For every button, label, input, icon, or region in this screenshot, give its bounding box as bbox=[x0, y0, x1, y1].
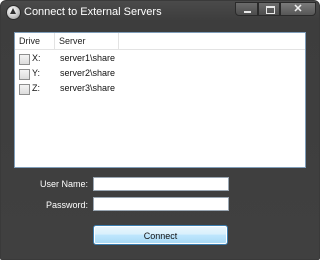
column-header-drive[interactable]: Drive bbox=[15, 33, 55, 49]
title-bar[interactable]: Connect to External Servers ✕ bbox=[1, 1, 319, 25]
username-label: User Name: bbox=[39, 179, 88, 189]
list-header: Drive Server bbox=[15, 33, 305, 50]
password-label: Password: bbox=[45, 200, 88, 210]
list-item[interactable]: X: server1\share bbox=[15, 52, 305, 67]
list-item[interactable]: Y: server2\share bbox=[15, 67, 305, 82]
drive-checkbox-x[interactable] bbox=[19, 54, 30, 65]
minimize-button[interactable] bbox=[235, 2, 258, 16]
column-header-server[interactable]: Server bbox=[55, 33, 119, 49]
close-icon: ✕ bbox=[293, 3, 303, 15]
username-input[interactable] bbox=[93, 177, 229, 191]
maximize-icon bbox=[266, 6, 275, 14]
drive-letter: X: bbox=[32, 53, 41, 63]
drive-server-list[interactable]: Drive Server X: server1\share Y: server2… bbox=[14, 32, 306, 168]
app-icon bbox=[6, 5, 21, 20]
window-title: Connect to External Servers bbox=[24, 6, 162, 18]
drive-letter: Z: bbox=[32, 83, 40, 93]
server-path: server1\share bbox=[60, 53, 116, 63]
drive-letter: Y: bbox=[32, 68, 41, 78]
server-path: server2\share bbox=[60, 68, 116, 78]
close-button[interactable]: ✕ bbox=[280, 2, 316, 16]
maximize-button[interactable] bbox=[258, 2, 280, 16]
drive-checkbox-y[interactable] bbox=[19, 69, 30, 80]
minimize-icon bbox=[244, 11, 251, 13]
server-path: server3\share bbox=[60, 83, 116, 93]
password-input[interactable] bbox=[93, 197, 229, 211]
connect-dialog-window: Connect to External Servers ✕ Drive Serv… bbox=[0, 0, 320, 260]
drive-checkbox-z[interactable] bbox=[19, 84, 30, 95]
list-item[interactable]: Z: server3\share bbox=[15, 82, 305, 97]
connect-button[interactable]: Connect bbox=[93, 225, 228, 245]
